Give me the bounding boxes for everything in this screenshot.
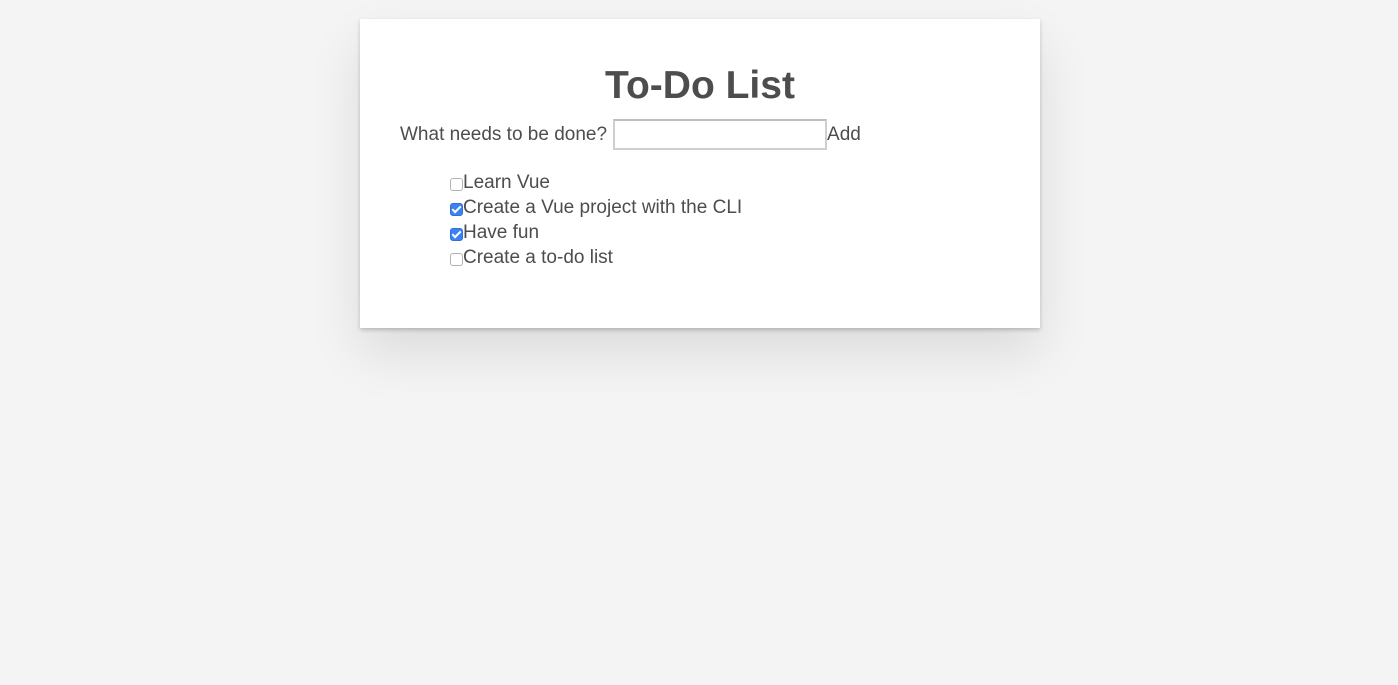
todo-text: Have fun	[463, 221, 540, 243]
list-item: Create a Vue project with the CLI	[448, 195, 742, 220]
page-title: To-Do List	[605, 64, 795, 107]
list-item: Learn Vue	[448, 170, 742, 195]
todo-text: Learn Vue	[463, 171, 550, 193]
new-todo-input[interactable]	[613, 119, 828, 150]
todo-checkbox[interactable]	[450, 203, 463, 216]
add-todo-form: What needs to be done? Add	[400, 119, 861, 150]
new-todo-label: What needs to be done?	[400, 123, 608, 145]
todo-card: To-Do List What needs to be done? Add Le…	[360, 19, 1040, 328]
todo-checkbox[interactable]	[450, 253, 463, 266]
add-button[interactable]: Add	[827, 119, 861, 150]
todo-list: Learn Vue Create a Vue project with the …	[448, 170, 742, 270]
todo-text: Create a Vue project with the CLI	[463, 196, 743, 218]
list-item: Create a to-do list	[448, 245, 742, 270]
todo-text: Create a to-do list	[463, 246, 613, 268]
todo-checkbox[interactable]	[450, 178, 463, 191]
list-item: Have fun	[448, 220, 742, 245]
todo-checkbox[interactable]	[450, 228, 463, 241]
